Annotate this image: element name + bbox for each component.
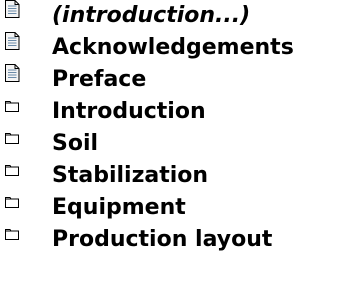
document-icon	[4, 0, 20, 18]
toc-item-soil[interactable]: Soil	[0, 128, 361, 160]
toc-item-preface[interactable]: Preface	[0, 64, 361, 96]
folder-icon	[4, 194, 20, 212]
toc-item-production-layout[interactable]: Production layout	[0, 224, 361, 256]
toc-item-label: Production layout	[52, 227, 273, 252]
folder-icon	[4, 98, 20, 116]
document-icon	[4, 64, 20, 82]
folder-icon	[4, 226, 20, 244]
toc-item-label: Preface	[52, 67, 147, 92]
toc-item-label: Equipment	[52, 195, 186, 220]
toc-item-label: Introduction	[52, 99, 206, 124]
table-of-contents: (introduction...) Acknowledgements Prefa…	[0, 0, 361, 308]
toc-item-equipment[interactable]: Equipment	[0, 192, 361, 224]
toc-item-label: Acknowledgements	[52, 35, 294, 60]
toc-item-label: Soil	[52, 131, 99, 156]
toc-item-introduction[interactable]: Introduction	[0, 96, 361, 128]
folder-icon	[4, 162, 20, 180]
toc-item-label: Stabilization	[52, 163, 209, 188]
document-icon	[4, 32, 20, 50]
folder-icon	[4, 130, 20, 148]
toc-item-stabilization[interactable]: Stabilization	[0, 160, 361, 192]
toc-item-introduction-excerpt[interactable]: (introduction...)	[0, 0, 361, 32]
toc-item-label: (introduction...)	[52, 3, 251, 28]
toc-item-acknowledgements[interactable]: Acknowledgements	[0, 32, 361, 64]
